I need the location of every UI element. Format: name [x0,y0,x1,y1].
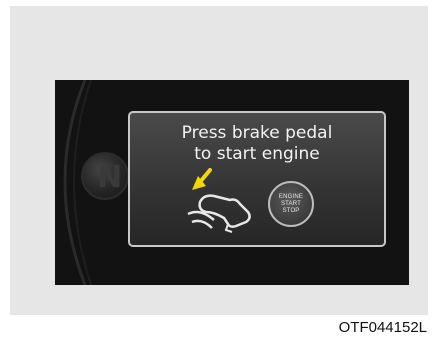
instrument-cluster: N Press brake pedal to start engine ENGI… [55,80,409,285]
start-button-line-2: START [280,200,302,207]
lcd-message-screen: Press brake pedal to start engine ENGINE… [128,111,386,247]
arrow-icon [192,168,212,190]
illustration-frame: N Press brake pedal to start engine ENGI… [10,6,428,315]
start-button-line-1: ENGINE [278,193,304,200]
engine-start-stop-icon: ENGINE START STOP [268,181,314,227]
message-line-2: to start engine [194,144,320,164]
brake-pedal-icon [187,168,251,233]
gear-indicator-label: N [97,160,123,195]
gear-indicator: N [81,152,129,200]
start-button-line-3: STOP [282,207,300,214]
figure-code: OTF044152L [338,319,427,336]
message-line-1: Press brake pedal [181,123,333,143]
